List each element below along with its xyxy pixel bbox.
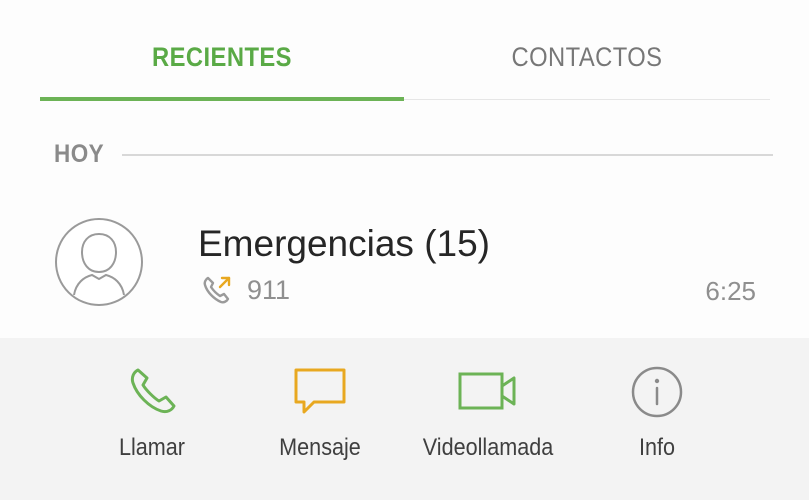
contact-name: Emergencias (15) xyxy=(198,223,491,264)
video-camera-icon xyxy=(458,372,516,410)
call-log-screen: RECIENTES CONTACTOS HOY Emergencias (15)… xyxy=(0,0,809,500)
video-call-button[interactable]: Videollamada xyxy=(408,358,568,478)
info-icon xyxy=(631,366,683,418)
call-button[interactable]: Llamar xyxy=(72,358,232,478)
tab-contactos[interactable]: CONTACTOS xyxy=(426,22,748,92)
video-call-label: Videollamada xyxy=(422,434,554,461)
message-bubble-icon xyxy=(294,368,346,414)
section-divider xyxy=(122,154,773,156)
tab-recientes[interactable]: RECIENTES xyxy=(62,22,382,92)
call-log-item[interactable]: Emergencias (15) 911 6:25 xyxy=(0,205,809,325)
phone-icon xyxy=(130,368,176,414)
message-button[interactable]: Mensaje xyxy=(240,358,400,478)
tab-divider xyxy=(404,99,770,100)
action-bar: Llamar Mensaje Videollamada Info xyxy=(0,338,809,500)
section-header-hoy: HOY xyxy=(54,140,105,168)
info-label: Info xyxy=(638,434,676,461)
outgoing-call-icon xyxy=(203,276,231,304)
call-time: 6:25 xyxy=(705,276,756,306)
active-tab-indicator xyxy=(40,97,404,101)
info-button[interactable]: Info xyxy=(577,358,737,478)
message-label: Mensaje xyxy=(279,434,361,461)
call-label: Llamar xyxy=(118,434,186,461)
tab-bar: RECIENTES CONTACTOS xyxy=(0,0,809,102)
person-avatar-icon[interactable] xyxy=(54,217,144,307)
contact-number: 911 xyxy=(247,275,291,305)
